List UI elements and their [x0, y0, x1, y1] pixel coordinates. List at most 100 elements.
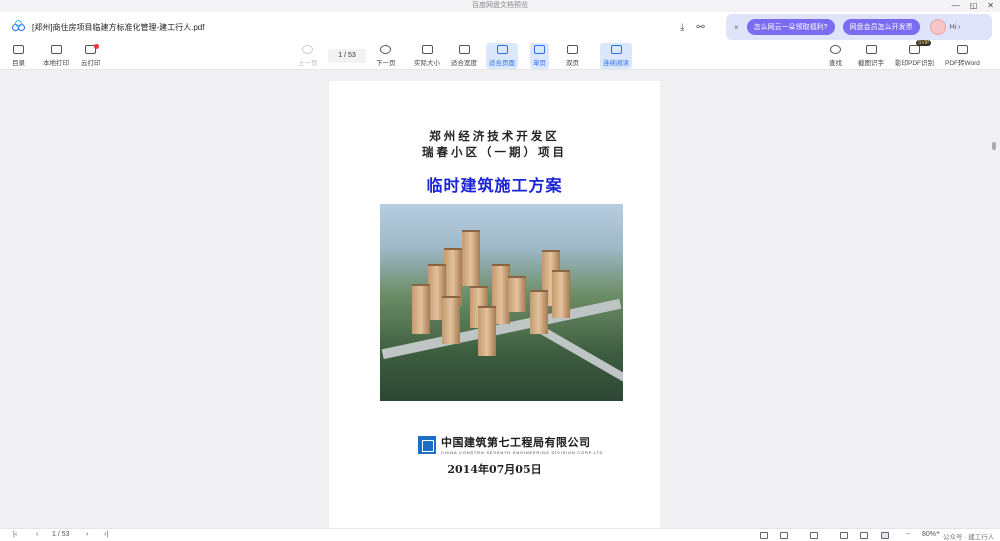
scan-pdf-button[interactable]: SVIP 影印PDF识别 [895, 40, 934, 67]
single-page-button[interactable]: 单页 [530, 43, 549, 69]
actual-size-button[interactable]: 实际大小 [414, 45, 440, 67]
fit-page-button[interactable]: 适合页面 [486, 43, 518, 69]
file-name: [郑州]商住房项目临建方标准化管理-建工行人.pdf [32, 22, 205, 32]
ocr-button[interactable]: 截图识字 [858, 45, 884, 67]
search-icon [830, 45, 841, 54]
pdf-to-word-button[interactable]: PDF转Word [945, 45, 980, 67]
assistant-greeting[interactable]: Hi › [950, 24, 961, 31]
toc-label: 目录 [12, 60, 25, 67]
building-shape [412, 284, 430, 334]
minimize-button[interactable]: — [952, 0, 960, 12]
next-page-button[interactable]: 下一页 [376, 45, 396, 67]
pdf-to-word-label: PDF转Word [945, 60, 980, 67]
ocr-label: 截图识字 [858, 60, 884, 67]
fit-page-icon [496, 45, 508, 54]
scan-pdf-label: 影印PDF识别 [895, 60, 934, 67]
page-number-input[interactable]: 1 / 53 [328, 49, 366, 63]
next-icon [380, 45, 392, 54]
download-icon[interactable]: ⤓ [680, 22, 684, 33]
road-shape [536, 324, 623, 392]
next-label: 下一页 [376, 60, 396, 67]
promo-question-1[interactable]: 怎么网云一朵领取福利? [746, 19, 835, 35]
fit-page-label: 适合页面 [489, 60, 515, 67]
window-controls: — ◱ ✕ [952, 0, 994, 12]
continuous-read-button[interactable]: 连续阅读 [600, 43, 632, 69]
continuous-view-icon[interactable] [810, 532, 818, 539]
status-bar: |‹ ‹ 1 / 53 › ›| − 80% + 公众号 · 建工行人 [0, 528, 1000, 541]
window-titlebar: 百度网盘文档预览 — ◱ ✕ [0, 0, 1000, 12]
find-label: 查找 [829, 60, 842, 67]
watermark-text: 公众号 · 建工行人 [943, 534, 995, 541]
crop-icon [865, 45, 877, 54]
company-name: 中国建筑第七工程局有限公司 [441, 437, 591, 449]
convert-icon [956, 45, 968, 54]
sidebar-icon [13, 45, 24, 54]
fit-width-icon [458, 45, 470, 54]
continuous-label: 连续阅读 [603, 60, 629, 67]
actual-size-icon [421, 45, 433, 54]
double-view-icon[interactable] [780, 532, 788, 539]
pdf-page: 郑州经济技术开发区 瑞春小区（一期）项目 临时建筑施工方案 中国建筑第七工程局有… [329, 81, 660, 528]
double-page-icon [567, 45, 578, 54]
building-shape [508, 276, 526, 312]
cloud-print-label: 云打印 [81, 60, 101, 67]
window-title: 百度网盘文档预览 [472, 2, 528, 9]
building-shape [530, 290, 548, 334]
company-name-en: CHINA CONSTRN SEVENTH ENGINEERING DIVISI… [441, 450, 604, 455]
assistant-avatar[interactable] [929, 19, 946, 35]
fit-width-label: 适合宽度 [451, 60, 477, 67]
double-page-button[interactable]: 双页 [566, 45, 579, 67]
company-block: 中国建筑第七工程局有限公司 CHINA CONSTRN SEVENTH ENGI… [418, 434, 603, 455]
continuous-icon [610, 45, 622, 54]
local-print-button[interactable]: 本地打印 [43, 45, 69, 67]
fit-page-view-icon[interactable] [881, 532, 889, 539]
promo-close-button[interactable]: × [734, 23, 739, 32]
status-page-indicator[interactable]: 1 / 53 [52, 531, 70, 538]
building-shape [442, 296, 460, 344]
zoom-in-button[interactable]: + [936, 530, 940, 537]
baidu-netdisk-logo-icon [12, 20, 26, 33]
toolbar: 目录 本地打印 云打印 上一页 1 / 53 下一页 实际大小 适合宽度 适合页… [0, 40, 1000, 70]
prev-page-icon[interactable]: ‹ [36, 531, 38, 538]
find-button[interactable]: 查找 [829, 45, 842, 67]
share-icon[interactable]: ⚯ [696, 22, 704, 33]
doc-heading-line2: 瑞春小区（一期）项目 [422, 145, 567, 159]
local-print-label: 本地打印 [43, 60, 69, 67]
single-page-label: 单页 [533, 60, 546, 67]
zoom-out-button[interactable]: − [906, 531, 910, 538]
notification-dot [94, 44, 100, 49]
fit-width-view-icon[interactable] [860, 532, 868, 539]
actual-size-view-icon[interactable] [840, 532, 848, 539]
fit-width-button[interactable]: 适合宽度 [451, 45, 477, 67]
toc-button[interactable]: 目录 [12, 45, 25, 67]
promo-bar: × 怎么网云一朵领取福利? 网盘会员怎么开发票 Hi › [726, 14, 992, 40]
restore-button[interactable]: ◱ [970, 0, 978, 12]
single-view-icon[interactable] [760, 532, 768, 539]
first-page-icon[interactable]: |‹ [13, 531, 17, 538]
doc-date: 2014年07月05日 [447, 463, 542, 476]
cloud-printer-icon [85, 44, 100, 54]
scan-icon: SVIP [909, 40, 932, 54]
vertical-scrollbar[interactable] [992, 142, 996, 150]
printer-icon [50, 45, 62, 54]
close-window-button[interactable]: ✕ [987, 0, 994, 12]
prev-icon [302, 45, 314, 54]
promo-question-2[interactable]: 网盘会员怎么开发票 [842, 19, 920, 35]
doc-heading-line1: 郑州经济技术开发区 [429, 129, 560, 143]
cloud-print-button[interactable]: 云打印 [81, 44, 101, 67]
building-shape [552, 270, 570, 318]
building-shape [462, 230, 480, 286]
building-rendering-image [380, 204, 623, 401]
svip-badge: SVIP [916, 40, 932, 46]
single-page-icon [534, 45, 545, 54]
double-page-label: 双页 [566, 60, 579, 67]
last-page-icon[interactable]: ›| [104, 531, 108, 538]
next-page-icon[interactable]: › [86, 531, 88, 538]
cscec-logo-icon [418, 435, 436, 454]
document-viewer[interactable]: 郑州经济技术开发区 瑞春小区（一期）项目 临时建筑施工方案 中国建筑第七工程局有… [0, 70, 1000, 528]
prev-label: 上一页 [298, 60, 318, 67]
prev-page-button[interactable]: 上一页 [298, 45, 318, 67]
actual-size-label: 实际大小 [414, 60, 440, 67]
building-shape [478, 306, 496, 356]
file-header: [郑州]商住房项目临建方标准化管理-建工行人.pdf ⤓ ⚯ × 怎么网云一朵领… [0, 12, 1000, 42]
